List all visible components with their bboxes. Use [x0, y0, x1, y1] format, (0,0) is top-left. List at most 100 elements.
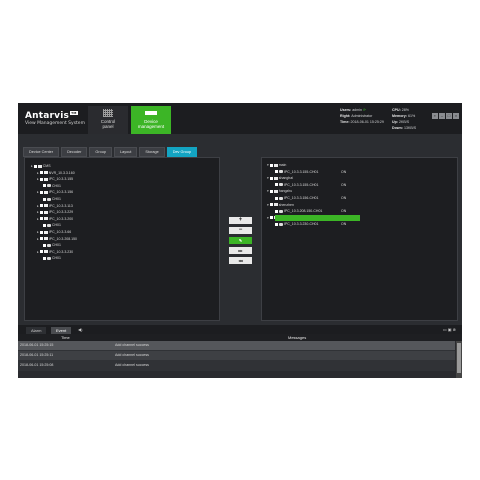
checkbox[interactable] [275, 183, 278, 187]
tree-node[interactable]: IPC_10.3.3.156-CH01 [275, 196, 318, 200]
tree-node-label: IPC_10.3.3.230 [48, 249, 74, 254]
table-row[interactable]: 2018-06-01 15:25:08 Add channel success [18, 361, 455, 371]
tree-node[interactable]: CH01 [43, 243, 61, 247]
checkbox[interactable] [39, 190, 43, 194]
expand-arrow-icon[interactable]: ▾ [267, 176, 269, 180]
checkbox[interactable] [43, 223, 46, 227]
move-down-button[interactable]: ▸▸ [229, 247, 252, 254]
move-up-button[interactable]: ◂◂ [229, 257, 252, 264]
checkbox[interactable] [33, 164, 37, 168]
folder-icon [273, 176, 278, 180]
audio-icon[interactable]: ◀) [78, 327, 82, 332]
tree-node[interactable]: CH01 [43, 197, 61, 201]
tab-device-center[interactable]: Device Center [23, 147, 60, 157]
checkbox[interactable] [39, 217, 43, 221]
tree-node[interactable]: CH01 [43, 223, 61, 227]
add-button[interactable]: + [229, 217, 252, 224]
checkbox[interactable] [269, 216, 273, 220]
expand-arrow-icon[interactable]: ▾ [267, 189, 269, 193]
checkbox[interactable] [39, 250, 43, 254]
expand-arrow-icon[interactable]: ▸ [37, 217, 39, 221]
tree-node[interactable]: IPC_10.3.3.155-CH01 [275, 183, 318, 187]
tree-node[interactable]: CH01 [43, 184, 61, 188]
expand-arrow-icon[interactable]: ▸ [37, 190, 39, 194]
tree-node[interactable]: ▸ CMS [31, 164, 51, 168]
log-tab-bar: Alarm Event ◀) ▭ ▣ ⊗ [18, 325, 462, 334]
row-message: Add channel success [115, 343, 149, 347]
tab-dev-group[interactable]: Dev Group [166, 147, 198, 157]
tab-decoder[interactable]: Decoder [61, 147, 88, 157]
checkbox[interactable] [269, 176, 273, 180]
down-key: Down: [392, 126, 403, 130]
expand-arrow-icon[interactable]: ▾ [267, 203, 269, 207]
remove-button[interactable]: − [229, 227, 252, 234]
tree-node[interactable]: ▸ NVR_10.3.3.160 [37, 171, 75, 175]
expand-arrow-icon[interactable]: ▸ [37, 177, 39, 181]
checkbox[interactable] [269, 163, 273, 167]
minimize-icon[interactable]: – [439, 113, 445, 119]
log-tools-icon[interactable]: ▭ ▣ ⊗ [443, 327, 456, 332]
checkbox[interactable] [269, 203, 273, 207]
vertical-scrollbar[interactable] [456, 341, 462, 378]
nav-control-panel-button[interactable]: Control panel [88, 106, 128, 134]
tree-node[interactable]: ▸ IPC_10.3.3.156 [37, 190, 73, 194]
expand-arrow-icon[interactable]: ▸ [31, 164, 33, 168]
maximize-icon[interactable]: □ [446, 113, 452, 119]
checkbox[interactable] [39, 210, 43, 214]
checkbox[interactable] [39, 230, 43, 234]
expand-arrow-icon[interactable]: ▸ [37, 230, 39, 234]
tree-node[interactable]: ▸ IPC_10.3.3.229 [37, 210, 73, 214]
checkbox[interactable] [275, 170, 278, 174]
edit-button[interactable]: ✎ [229, 237, 252, 244]
logout-icon[interactable]: ⟳ [363, 108, 366, 112]
tab-storage[interactable]: Storage [139, 147, 165, 157]
memory-key: Memory: [392, 114, 407, 118]
tree-node[interactable]: ▾ shenzhen [267, 203, 294, 207]
camera-icon [47, 223, 51, 227]
checkbox[interactable] [39, 204, 43, 208]
tab-layout[interactable]: Layout [113, 147, 138, 157]
tab-event[interactable]: Event [51, 327, 72, 334]
tree-node[interactable]: ▾ shanghai [267, 176, 293, 180]
tree-node[interactable]: ▸ IPC_10.3.3.230 [37, 250, 73, 254]
tree-node[interactable]: ▸ IPC_10.3.3.66 [37, 230, 71, 234]
expand-arrow-icon[interactable]: ▸ [37, 210, 39, 214]
tab-alarm[interactable]: Alarm [26, 327, 47, 334]
checkbox[interactable] [275, 196, 278, 200]
tree-node[interactable]: ▸ IPC_10.3.3.155 [37, 177, 73, 181]
tree-node[interactable]: CH01 [43, 256, 61, 260]
tree-node[interactable]: ▾ hangzhu [267, 189, 292, 193]
expand-arrow-icon[interactable]: ▾ [267, 163, 269, 167]
close-icon[interactable]: × [453, 113, 459, 119]
checkbox[interactable] [43, 256, 46, 260]
checkbox[interactable] [43, 243, 46, 247]
camera-icon [47, 256, 51, 260]
lock-icon[interactable]: ▪ [432, 113, 438, 119]
expand-arrow-icon[interactable]: ▸ [37, 171, 39, 175]
expand-arrow-icon[interactable]: ▸ [37, 204, 39, 208]
table-row[interactable]: 2018-06-01 15:25:11 Add channel success [18, 351, 455, 361]
expand-arrow-icon[interactable]: ▾ [267, 216, 269, 220]
nav-device-management-button[interactable]: Device management [131, 106, 171, 134]
checkbox[interactable] [43, 184, 46, 188]
table-row[interactable]: 2018-06-01 15:25:15 Add channel success [18, 341, 455, 351]
tree-node[interactable]: ▸ IPC_10.3.3.113 [37, 204, 73, 208]
tree-node[interactable]: ▸ IPC_10.3.208.150 [37, 237, 77, 241]
checkbox[interactable] [39, 237, 43, 241]
tree-node[interactable]: ▾ main [267, 163, 286, 167]
tree-node[interactable]: IPC_10.3.3.155-CH01 [275, 170, 318, 174]
status-label: ON [341, 169, 347, 174]
checkbox[interactable] [39, 171, 43, 175]
tree-node[interactable]: IPC_10.3.208.150-CH01 [275, 209, 322, 213]
checkbox[interactable] [275, 209, 278, 213]
tree-node[interactable]: ▸ IPC_10.3.3.200 [37, 217, 73, 221]
tree-node[interactable]: IPC_10.3.3.230-CH01 [275, 222, 318, 226]
checkbox[interactable] [275, 222, 278, 226]
expand-arrow-icon[interactable]: ▸ [37, 237, 39, 241]
checkbox[interactable] [43, 197, 46, 201]
checkbox[interactable] [269, 189, 273, 193]
checkbox[interactable] [39, 177, 43, 181]
tab-group[interactable]: Group [89, 147, 112, 157]
expand-arrow-icon[interactable]: ▸ [37, 250, 39, 254]
scroll-thumb[interactable] [457, 343, 461, 373]
